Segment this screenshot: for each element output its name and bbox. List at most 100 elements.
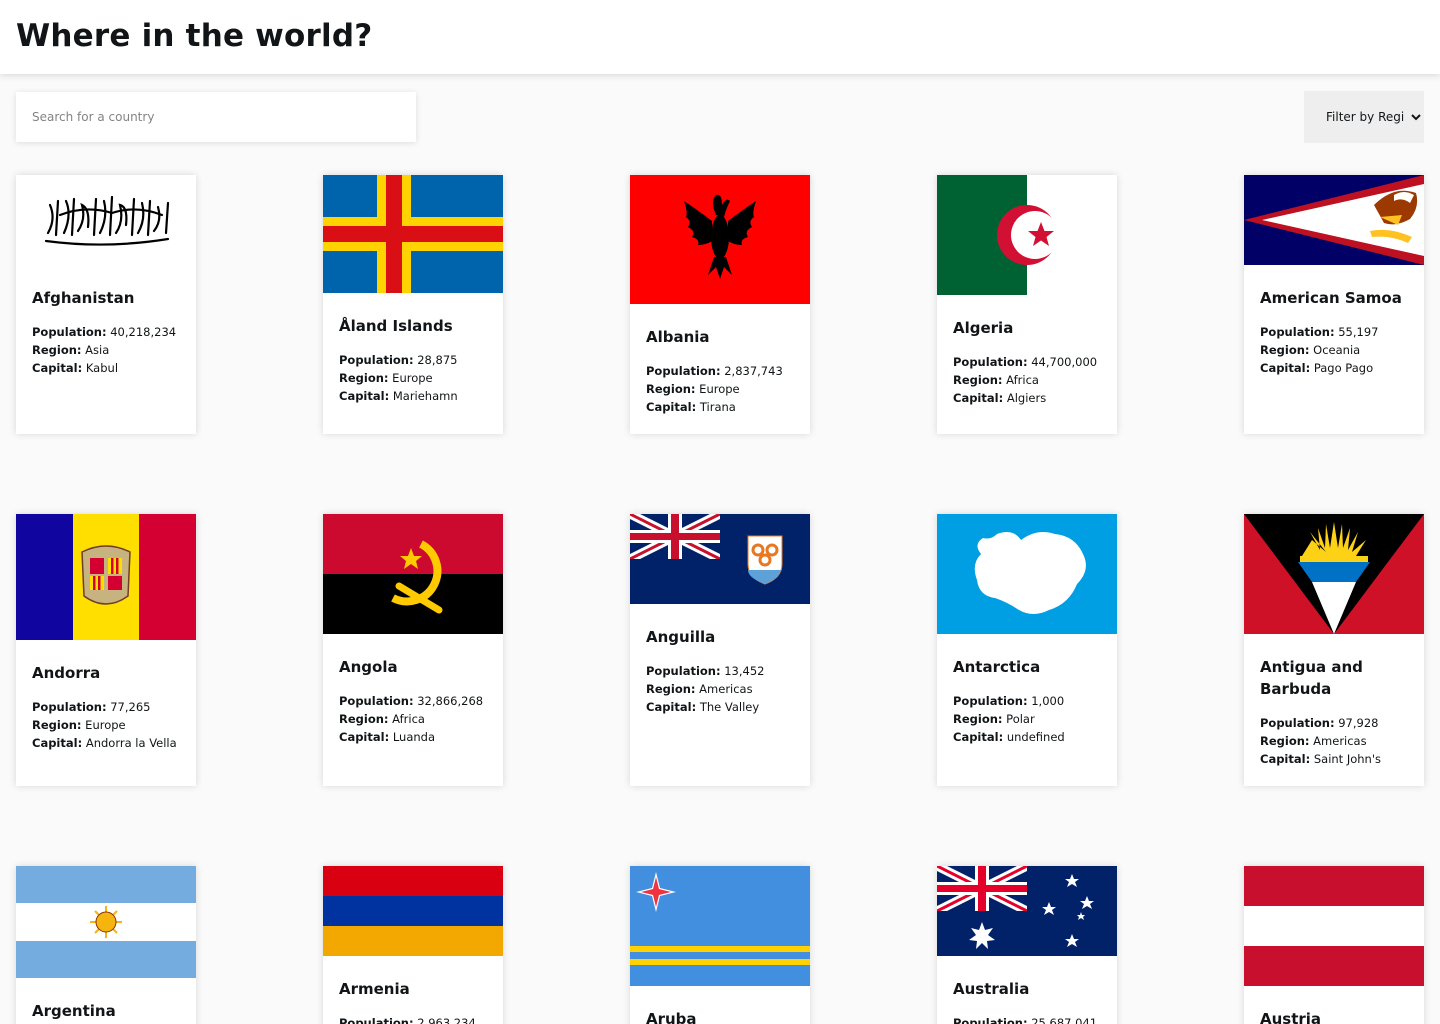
country-info: Population: 28,875 Region: Europe Capita…: [323, 351, 503, 405]
region-label: Region:: [32, 718, 82, 732]
country-name[interactable]: Algeria: [937, 317, 1117, 339]
austria-flag-icon: [1244, 866, 1424, 986]
region-label: Region:: [1260, 343, 1310, 357]
country-name[interactable]: Anguilla: [630, 626, 810, 648]
country-info: Population: 32,866,268 Region: Africa Ca…: [323, 692, 503, 746]
population-value: 97,928: [1338, 716, 1379, 730]
population-label: Population:: [339, 353, 414, 367]
capital-value: Saint John's: [1313, 752, 1381, 766]
population-line: Population: 32,866,268: [339, 692, 487, 710]
region-label: Region:: [32, 343, 82, 357]
country-name[interactable]: Austria: [1244, 1008, 1424, 1024]
population-label: Population:: [953, 1016, 1028, 1024]
afghanistan-flag-icon: [16, 175, 196, 265]
country-card-algeria[interactable]: Algeria Population: 44,700,000 Region: A…: [937, 175, 1117, 434]
capital-label: Capital:: [339, 730, 390, 744]
country-name[interactable]: Antigua and Barbuda: [1244, 656, 1424, 700]
capital-value: Kabul: [85, 361, 119, 375]
country-name[interactable]: Australia: [937, 978, 1117, 1000]
capital-line: Capital: Pago Pago: [1260, 359, 1408, 377]
population-label: Population:: [646, 364, 721, 378]
population-value: 2,837,743: [724, 364, 783, 378]
country-card-aland[interactable]: Åland Islands Population: 28,875 Region:…: [323, 175, 503, 434]
argentina-flag-icon: [16, 866, 196, 978]
search-box[interactable]: [16, 92, 416, 142]
country-name[interactable]: Argentina: [16, 1000, 196, 1022]
population-value: 32,866,268: [417, 694, 484, 708]
country-name[interactable]: Albania: [630, 326, 810, 348]
capital-line: Capital: Luanda: [339, 728, 487, 746]
capital-label: Capital:: [1260, 752, 1311, 766]
country-name[interactable]: Angola: [323, 656, 503, 678]
region-line: Region: Africa: [953, 371, 1101, 389]
population-value: 28,875: [417, 353, 458, 367]
capital-label: Capital:: [646, 700, 697, 714]
capital-value: undefined: [1006, 730, 1065, 744]
population-label: Population:: [339, 694, 414, 708]
country-card-antigua[interactable]: Antigua and Barbuda Population: 97,928 R…: [1244, 514, 1424, 786]
country-card-american-samoa[interactable]: American Samoa Population: 55,197 Region…: [1244, 175, 1424, 434]
population-label: Population:: [1260, 716, 1335, 730]
region-label: Region:: [339, 712, 389, 726]
region-line: Region: Americas: [646, 680, 794, 698]
region-label: Region:: [646, 382, 696, 396]
aruba-flag-icon: [630, 866, 810, 986]
capital-value: Andorra la Vella: [85, 736, 177, 750]
country-card-armenia[interactable]: Armenia Population: 2,963,234: [323, 866, 503, 1024]
country-name[interactable]: American Samoa: [1244, 287, 1424, 309]
region-value: Americas: [1313, 734, 1367, 748]
country-card-antarctica[interactable]: Antarctica Population: 1,000 Region: Pol…: [937, 514, 1117, 786]
country-card-afghanistan[interactable]: Afghanistan Population: 40,218,234 Regio…: [16, 175, 196, 434]
capital-label: Capital:: [646, 400, 697, 414]
region-label: Region:: [1260, 734, 1310, 748]
antigua-flag-icon: [1244, 514, 1424, 634]
country-card-australia[interactable]: Australia Population: 25,687,041: [937, 866, 1117, 1024]
country-card-argentina[interactable]: Argentina: [16, 866, 196, 1024]
country-name[interactable]: Aruba: [630, 1008, 810, 1024]
population-line: Population: 40,218,234: [32, 323, 180, 341]
population-value: 40,218,234: [110, 325, 177, 339]
population-line: Population: 13,452: [646, 662, 794, 680]
capital-value: Luanda: [392, 730, 436, 744]
capital-label: Capital:: [32, 361, 83, 375]
australia-flag-icon: [937, 866, 1117, 956]
country-name[interactable]: Afghanistan: [16, 287, 196, 309]
country-info: Population: 2,963,234: [323, 1014, 503, 1024]
population-value: 25,687,041: [1031, 1016, 1098, 1024]
country-name[interactable]: Åland Islands: [323, 315, 503, 337]
country-card-andorra[interactable]: Andorra Population: 77,265 Region: Europ…: [16, 514, 196, 786]
population-value: 2,963,234: [417, 1016, 476, 1024]
country-card-albania[interactable]: Albania Population: 2,837,743 Region: Eu…: [630, 175, 810, 434]
region-line: Region: Europe: [646, 380, 794, 398]
country-info: Population: 77,265 Region: Europe Capita…: [16, 698, 196, 752]
population-line: Population: 25,687,041: [953, 1014, 1101, 1024]
capital-value: The Valley: [699, 700, 760, 714]
country-card-aruba[interactable]: Aruba: [630, 866, 810, 1024]
population-line: Population: 1,000: [953, 692, 1101, 710]
region-value: Europe: [392, 371, 433, 385]
capital-label: Capital:: [339, 389, 390, 403]
country-card-anguilla[interactable]: Anguilla Population: 13,452 Region: Amer…: [630, 514, 810, 786]
population-value: 13,452: [724, 664, 765, 678]
region-line: Region: Europe: [339, 369, 487, 387]
capital-value: Algiers: [1006, 391, 1047, 405]
region-filter[interactable]: Filter by Region: [1304, 91, 1424, 143]
search-input[interactable]: [16, 92, 416, 142]
country-info: Population: 97,928 Region: Americas Capi…: [1244, 714, 1424, 768]
country-name[interactable]: Armenia: [323, 978, 503, 1000]
algeria-flag-icon: [937, 175, 1117, 295]
capital-value: Tirana: [699, 400, 736, 414]
angola-flag-icon: [323, 514, 503, 634]
region-value: Europe: [699, 382, 740, 396]
country-card-austria[interactable]: Austria: [1244, 866, 1424, 1024]
country-info: Population: 25,687,041: [937, 1014, 1117, 1024]
region-line: Region: Oceania: [1260, 341, 1408, 359]
region-line: Region: Asia: [32, 341, 180, 359]
country-name[interactable]: Antarctica: [937, 656, 1117, 678]
country-name[interactable]: Andorra: [16, 662, 196, 684]
region-label: Region:: [953, 373, 1003, 387]
population-value: 77,265: [110, 700, 151, 714]
country-card-angola[interactable]: Angola Population: 32,866,268 Region: Af…: [323, 514, 503, 786]
capital-line: Capital: Tirana: [646, 398, 794, 416]
region-filter-select[interactable]: Filter by Region: [1304, 91, 1424, 143]
